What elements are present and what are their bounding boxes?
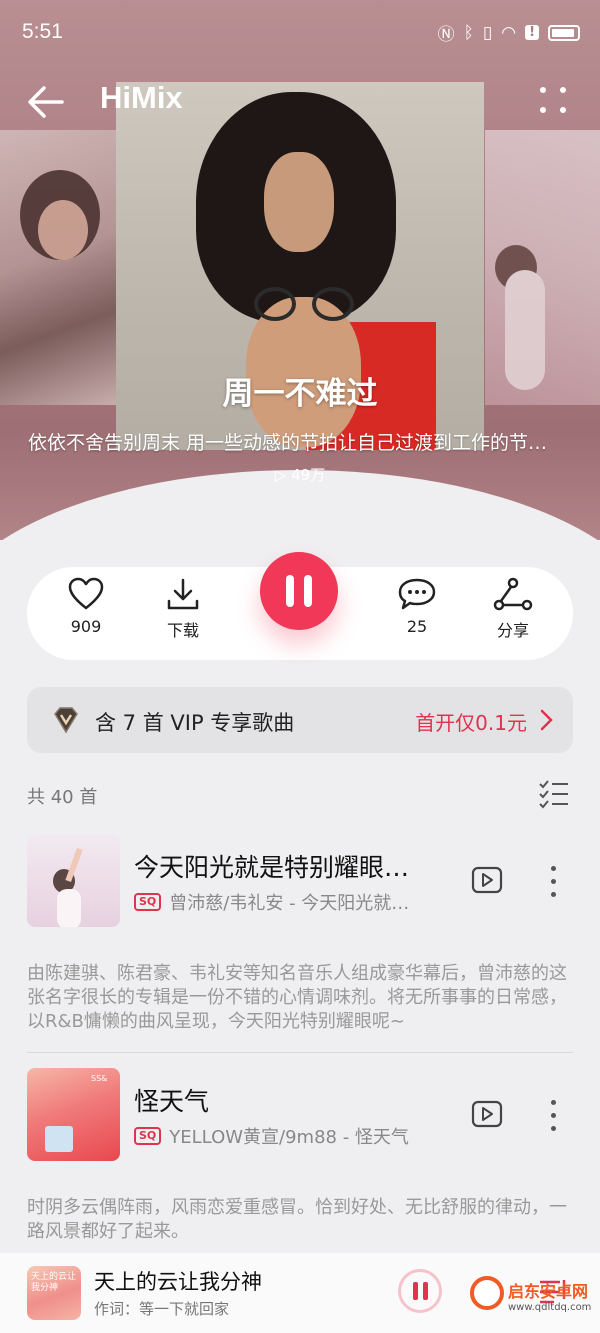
play-count-value: 49万 — [291, 466, 326, 484]
watermark-logo — [470, 1276, 504, 1310]
vip-text: 含 7 首 VIP 专享歌曲 — [95, 711, 295, 735]
checklist-icon — [539, 780, 568, 809]
song-artist-album: YELLOW黄宣/9m88 - 怪天气 — [169, 1127, 409, 1148]
song-more-button[interactable] — [547, 1098, 561, 1134]
like-count: 909 — [70, 617, 102, 636]
prev-cover-image[interactable] — [0, 130, 120, 405]
bluetooth-icon: ᛒ — [463, 22, 474, 43]
battery-icon — [548, 24, 580, 41]
vip-banner[interactable]: 含 7 首 VIP 专享歌曲 首开仅0.1元 — [27, 687, 573, 753]
song-row[interactable]: SS& 怪天气 SQ YELLOW黄宣/9m88 - 怪天气 — [27, 1068, 573, 1161]
heart-icon — [68, 577, 104, 610]
song-title: 怪天气 — [134, 1087, 210, 1116]
song-description: 由陈建骐、陈君豪、韦礼安等知名音乐人组成豪华幕后，曾沛慈的这张名字很长的专辑是一… — [27, 963, 567, 1032]
song-cover-image — [27, 834, 120, 927]
share-icon — [493, 577, 533, 611]
play-outline-icon: ▷ — [274, 466, 292, 484]
watermark: 启东安卓网 www.qdltdq.com — [462, 1270, 600, 1333]
mini-player-subtitle: 作词：等一下就回家 — [94, 1300, 230, 1318]
watermark-name: 启东安卓网 — [508, 1282, 589, 1301]
share-label: 分享 — [496, 621, 529, 640]
download-label: 下载 — [166, 621, 199, 640]
play-pause-button[interactable] — [260, 552, 338, 630]
song-count: 共 40 首 — [27, 787, 98, 808]
song-meta: SQ YELLOW黄宣/9m88 - 怪天气 — [134, 1123, 409, 1149]
playlist-description[interactable]: 依依不舍告别周末 用一些动感的节拍让自己过渡到工作的节… — [28, 428, 576, 455]
vibrate-icon: ▯ — [482, 22, 493, 43]
status-bar: 5:51 Ⓝ ᛒ ▯ ◠ ! — [0, 0, 600, 64]
playlist-header: 5:51 Ⓝ ᛒ ▯ ◠ ! HiMix 周一不难过 依依不舍告别周末 用一些动… — [0, 0, 600, 540]
multi-select-button[interactable] — [538, 779, 570, 813]
watermark-url: www.qdltdq.com — [508, 1302, 592, 1313]
song-more-button[interactable] — [547, 864, 561, 900]
more-options-button[interactable] — [530, 82, 576, 122]
mini-player-title: 天上的云让我分神 — [94, 1270, 262, 1294]
download-icon — [167, 578, 199, 610]
divider — [27, 1052, 573, 1053]
status-icons: Ⓝ ᛒ ▯ ◠ ! — [438, 20, 580, 45]
song-meta: SQ 曾沛慈/韦礼安 - 今天阳光就… — [134, 889, 409, 915]
alert-icon: ! — [525, 25, 539, 40]
nfc-icon: Ⓝ — [437, 25, 455, 45]
video-play-icon — [471, 866, 503, 894]
comment-count: 25 — [406, 617, 428, 636]
comment-button[interactable]: 25 — [382, 577, 452, 636]
sq-badge: SQ — [134, 893, 162, 911]
next-cover-image[interactable] — [485, 130, 600, 405]
vip-price: 首开仅0.1元 — [415, 711, 527, 735]
video-play-icon — [471, 1100, 503, 1128]
song-artist-album: 曾沛慈/韦礼安 - 今天阳光就… — [169, 893, 410, 914]
download-button[interactable]: 下载 — [148, 577, 218, 641]
like-button[interactable]: 909 — [51, 577, 121, 636]
arrow-left-icon — [28, 86, 64, 118]
share-button[interactable]: 分享 — [478, 577, 548, 641]
comment-icon — [398, 578, 436, 610]
song-title: 今天阳光就是特别耀眼… — [134, 853, 410, 882]
song-row[interactable]: 今天阳光就是特别耀眼… SQ 曾沛慈/韦礼安 - 今天阳光就… — [27, 834, 573, 927]
wifi-icon: ◠ — [501, 22, 517, 43]
mv-button[interactable] — [471, 1100, 503, 1132]
app-title: HiMix — [100, 80, 183, 115]
back-button[interactable] — [22, 78, 70, 126]
mini-cover-text: 天上的云让我分神 — [31, 1272, 77, 1293]
playlist-title: 周一不难过 — [222, 376, 378, 412]
diamond-icon — [54, 707, 78, 734]
song-description: 时阴多云偶阵雨，风雨恋爱重感冒。恰到好处、无比舒服的律动，一路风景都好了起来。 — [27, 1197, 567, 1242]
chevron-right-icon — [540, 709, 553, 731]
sq-badge: SQ — [134, 1127, 162, 1145]
mv-button[interactable] — [471, 866, 503, 898]
play-count: ▷ 49万 — [0, 464, 600, 485]
status-time: 5:51 — [22, 20, 63, 43]
mini-player-cover: 天上的云让我分神 — [27, 1266, 81, 1320]
mini-pause-button[interactable] — [398, 1269, 442, 1313]
song-cover-image: SS& — [27, 1068, 120, 1161]
